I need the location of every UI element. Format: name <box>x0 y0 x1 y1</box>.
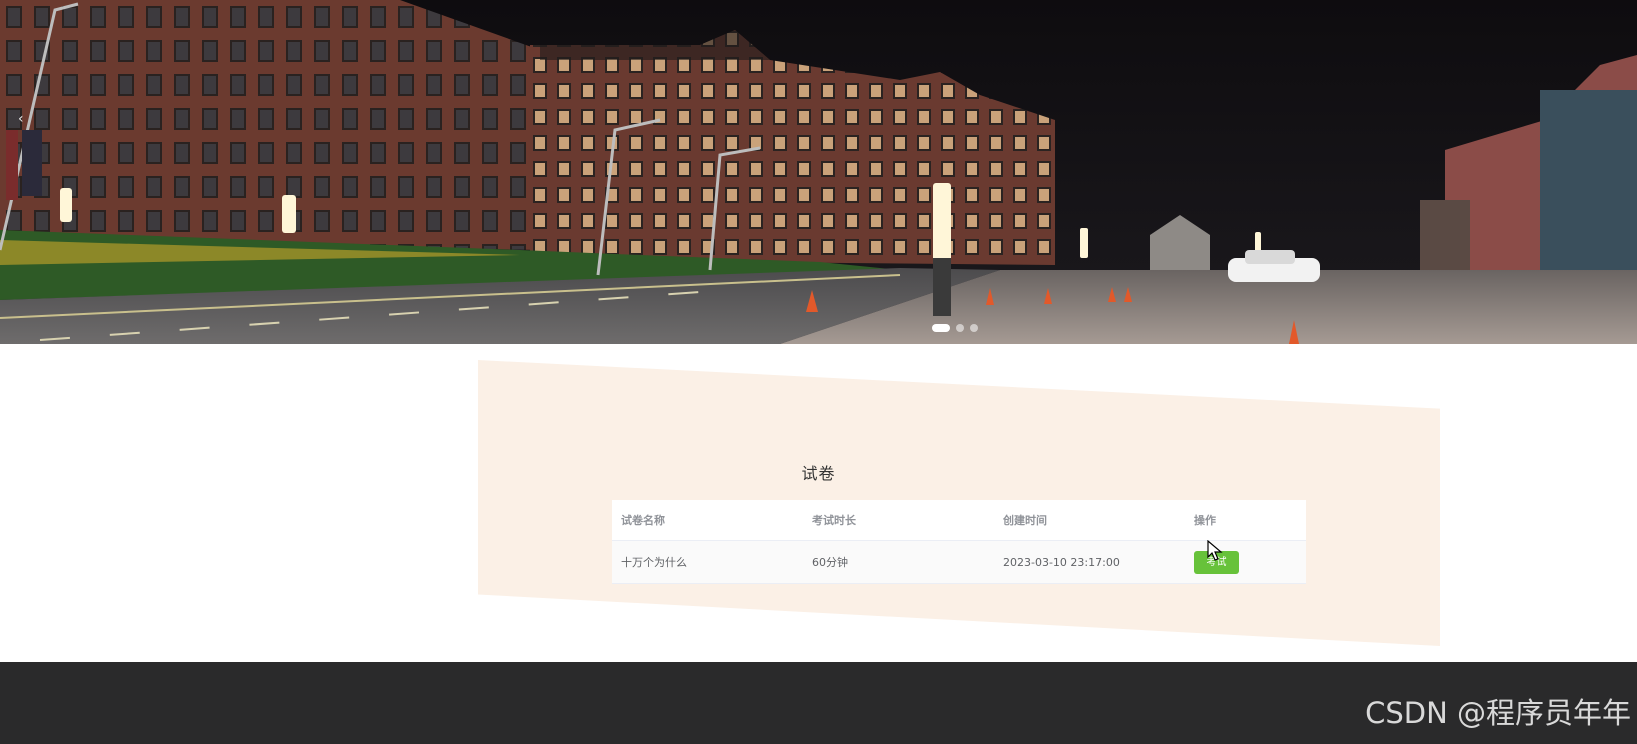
header-created: 创建时间 <box>1003 514 1047 527</box>
carousel-dot-3[interactable] <box>970 324 978 332</box>
mouse-cursor-icon <box>1207 540 1223 561</box>
watermark-text: CSDN @程序员年年 <box>1365 696 1631 730</box>
header-action: 操作 <box>1194 514 1216 527</box>
banner-carousel: ‹ <box>0 0 1637 344</box>
carousel-dot-2[interactable] <box>956 324 964 332</box>
carousel-dot-1[interactable] <box>932 324 950 332</box>
table-header-row: 试卷名称 考试时长 创建时间 操作 <box>612 500 1306 541</box>
header-duration: 考试时长 <box>812 514 856 527</box>
papers-table: 试卷名称 考试时长 创建时间 操作 十万个为什么 60分钟 2023-03-10… <box>612 500 1306 584</box>
header-name: 试卷名称 <box>621 514 665 527</box>
cell-duration: 60分钟 <box>812 556 848 569</box>
cell-action: 考试 <box>1185 550 1306 574</box>
campus-night-photo <box>0 0 1637 344</box>
cell-name: 十万个为什么 <box>621 556 687 569</box>
carousel-prev-arrow[interactable]: ‹ <box>18 112 24 126</box>
cell-created: 2023-03-10 23:17:00 <box>1003 555 1120 569</box>
carousel-indicators <box>932 324 978 332</box>
table-row: 十万个为什么 60分钟 2023-03-10 23:17:00 考试 <box>612 541 1306 584</box>
section-title: 试卷 <box>801 464 836 483</box>
footer: CSDN @程序员年年 <box>0 662 1637 744</box>
